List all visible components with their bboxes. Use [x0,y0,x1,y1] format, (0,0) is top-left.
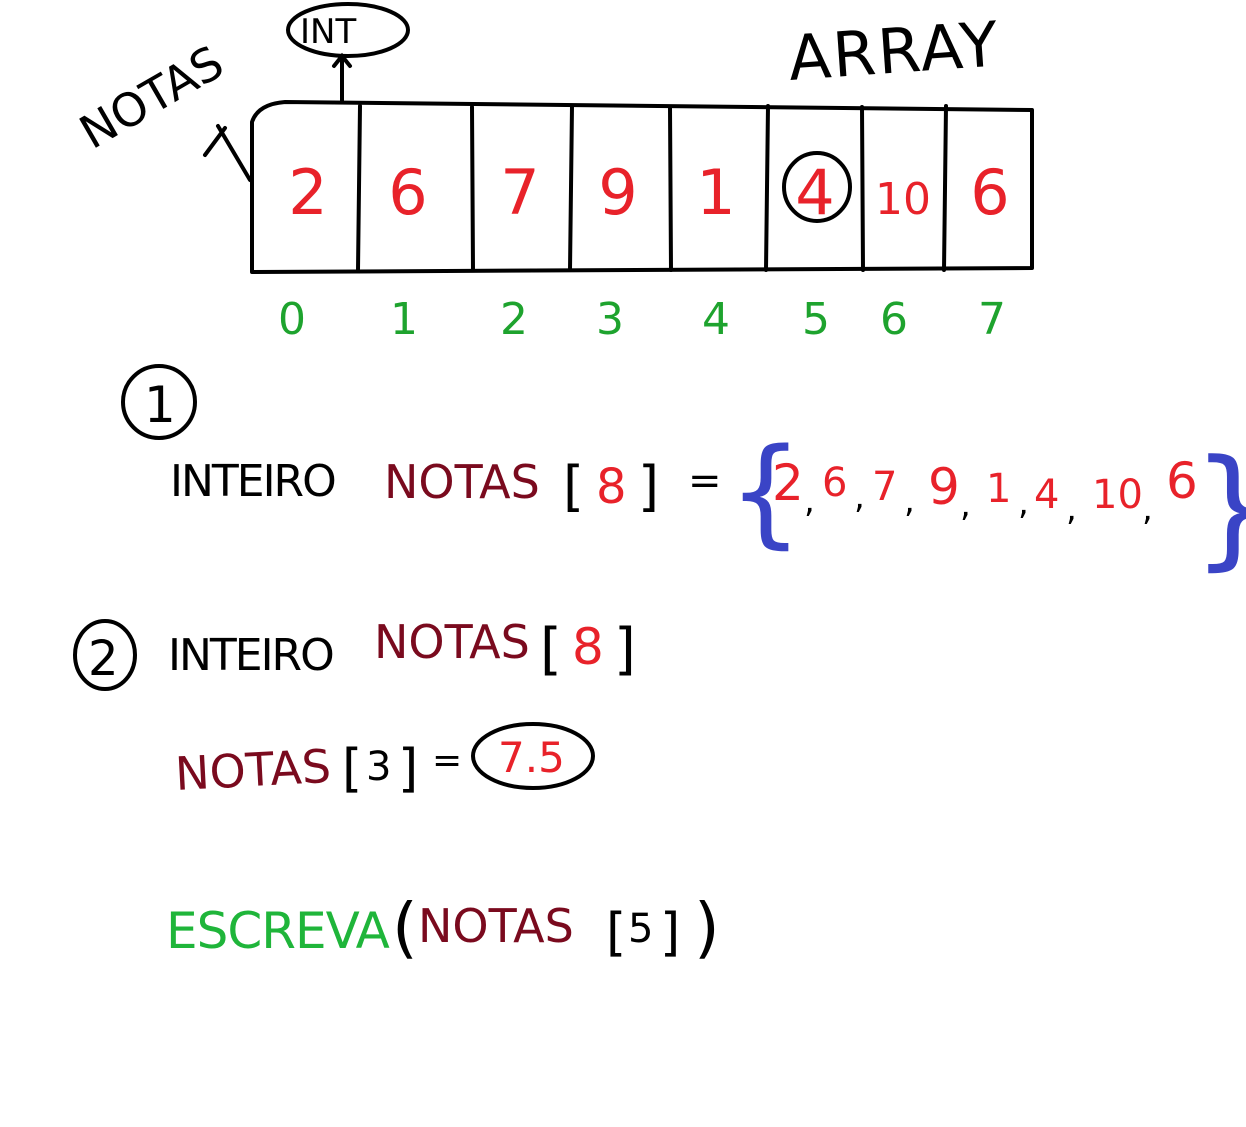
assign-close-bracket: ] [398,739,418,799]
initializer-value: 2 [772,454,804,512]
array-title: ARRAY [786,7,1002,95]
cell-divider [470,105,475,272]
array-value: 7 [500,156,539,229]
assign-open-bracket: [ [342,739,362,799]
section1-size: 8 [596,459,627,515]
assign-equals: = [432,740,462,781]
initializer-comma: , [1066,489,1077,529]
array-index: 0 [278,294,306,345]
array-indices: 0 1 2 3 4 56 7 [278,294,1006,345]
array-index: 4 [702,294,730,345]
assign-index: 3 [366,744,391,790]
section3-close-paren: ) [694,889,720,966]
array-value: 6 [388,156,427,229]
type-label: INT [300,12,356,52]
array-index: 3 [596,294,624,345]
cell-dividers [356,104,948,272]
array-index: 2 [500,294,528,345]
cell-divider [668,105,673,272]
int-arrow [332,52,352,104]
initializer-value: 4 [1034,472,1059,518]
array-index: 1 [390,294,418,345]
name-arrow [203,124,252,182]
cell-divider [764,104,770,272]
section1-equals: = [688,458,722,504]
cell-divider [942,104,948,272]
initializer-comma: , [854,477,865,517]
section3-open-paren: ( [392,889,418,966]
initializer-comma: , [904,481,915,521]
section1-values: 2, 6, 7, 9, 1, 4, 10, 6 [772,452,1198,529]
array-value: 9 [598,156,637,229]
array-value: 2 [288,156,327,229]
section1-open-bracket: [ [563,455,584,518]
section2-close-bracket: ] [614,617,636,682]
array-diagram: ARRAY INT NOTAS 2 6 7 9 1 4 10 6 01234567 1 INT… [71,2,1246,966]
section3-func: ESCREVA [166,902,390,960]
initializer-comma: , [1142,489,1153,529]
section2-open-bracket: [ [540,617,562,682]
assign-value: 7.5 [498,733,565,782]
section2-number: 2 [88,631,119,687]
section3-open-bracket: [ [606,903,626,963]
array-name-label: NOTAS [71,35,233,160]
array-index: 5 [802,294,830,345]
initializer-comma: , [804,481,815,521]
initializer-value: 1 [986,466,1011,512]
array-value: 10 [875,174,931,225]
array-value: 6 [970,156,1009,229]
section3-close-bracket: ] [660,903,680,963]
cell-divider [356,104,362,272]
initializer-value: 6 [822,460,847,506]
assign-varname: NOTAS [174,739,332,801]
section1-keyword: INTEIRO [170,456,335,507]
cell-divider [568,104,574,272]
array-index: 7 [978,294,1006,345]
section1-varname: NOTAS [384,455,540,509]
section1-number: 1 [144,376,176,434]
initializer-comma: , [1018,483,1029,523]
section1-close-brace: } [1192,431,1246,583]
section1-close-bracket: ] [638,455,659,518]
initializer-value: 7 [872,464,897,510]
array-value: 1 [696,156,735,229]
section3-index: 5 [628,906,653,952]
initializer-value: 9 [928,458,960,516]
initializer-comma: , [960,485,971,525]
section3-varname: NOTAS [418,899,574,953]
section2-keyword: INTEIRO [168,630,333,681]
cell-divider [860,105,865,272]
array-values: 2 6 7 9 1 4 10 6 [288,156,1009,229]
array-index: 6 [880,294,908,345]
initializer-value: 10 [1092,472,1143,518]
section2-varname: NOTAS [374,615,530,669]
section2-size: 8 [572,618,604,676]
